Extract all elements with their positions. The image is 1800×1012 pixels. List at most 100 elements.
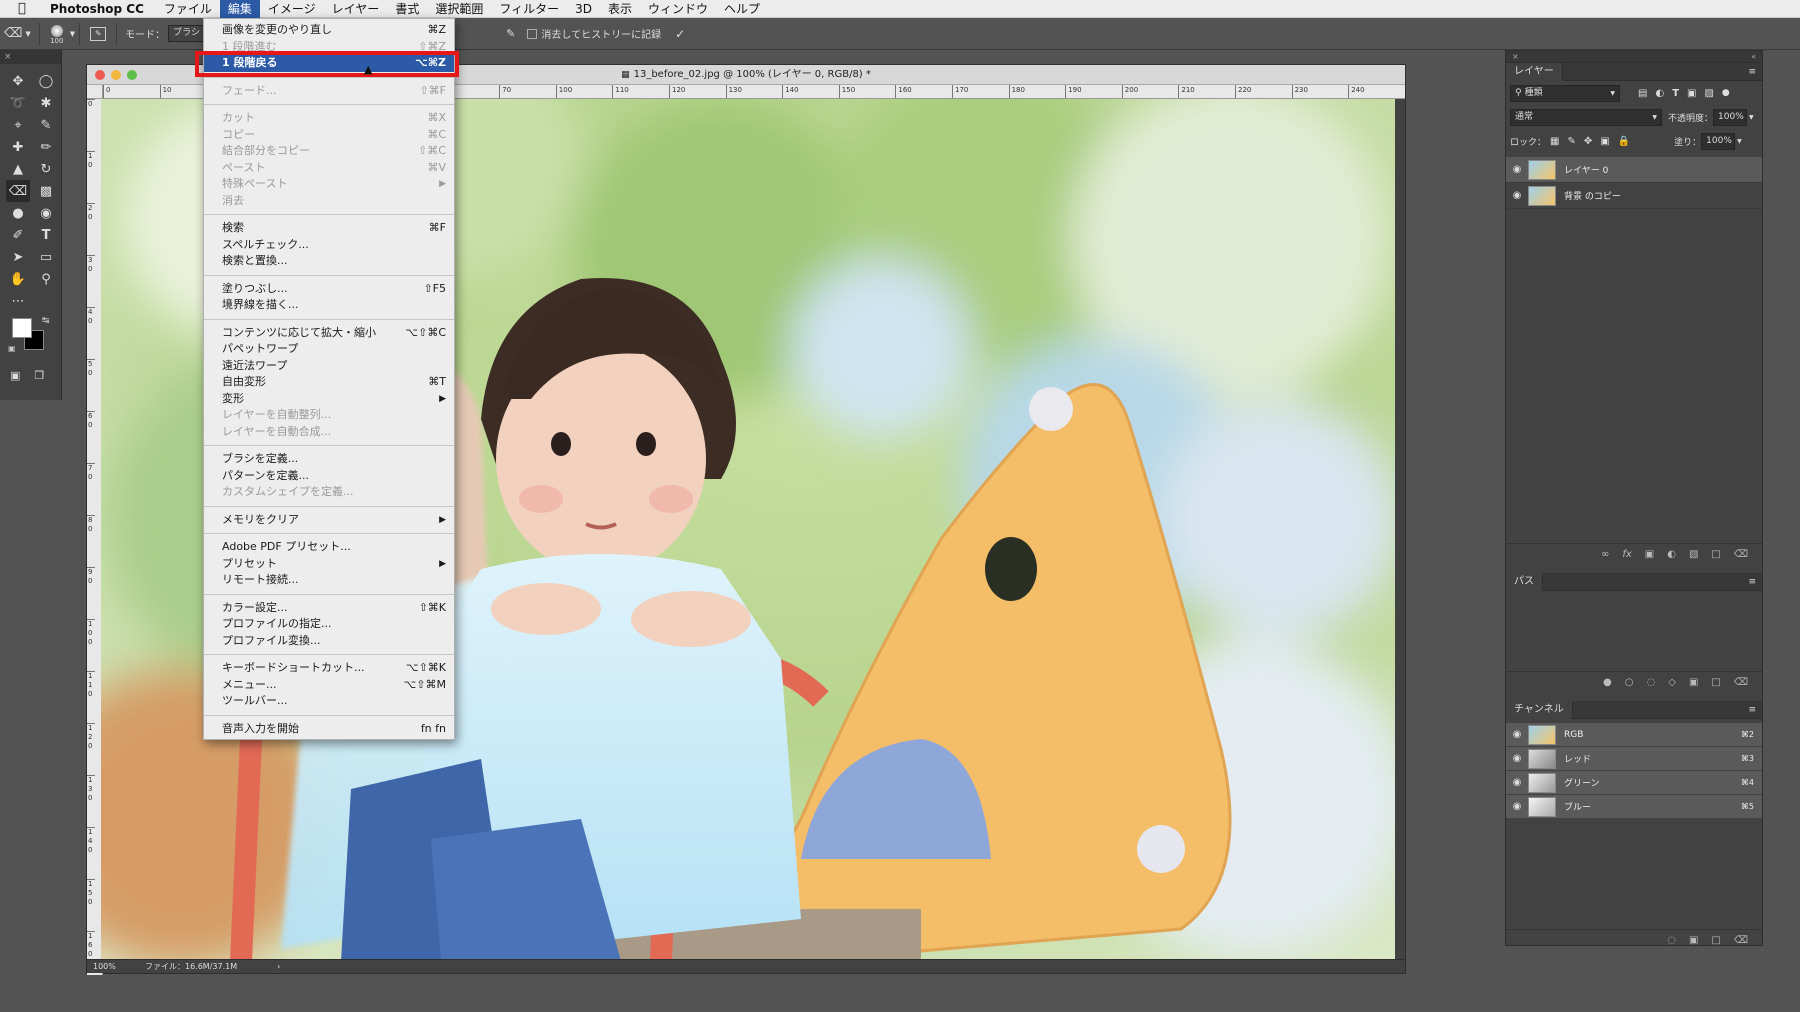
filter-adjust-icon[interactable]: ◐ [1655, 88, 1664, 99]
edit-menu-item[interactable]: キーボードショートカット... ⌥⇧⌘K [204, 660, 454, 677]
edit-menu-item[interactable]: 塗りつぶし... ⇧F5 [204, 281, 454, 298]
swap-colors-icon[interactable]: ↹ [42, 316, 50, 326]
new-channel-icon[interactable]: □ [1711, 935, 1720, 946]
edit-menu-item[interactable]: スペルチェック... [204, 237, 454, 254]
edit-menu-item[interactable]: プリセット ▶ [204, 556, 454, 573]
file-info[interactable]: ファイル：16.6M/37.1M [145, 961, 237, 972]
menu-file[interactable]: ファイル [156, 0, 220, 18]
chevron-down-icon[interactable]: ▼ [70, 30, 75, 38]
channel-row[interactable]: ◉ グリーン ⌘4 [1506, 771, 1762, 795]
menu-help[interactable]: ヘルプ [716, 0, 768, 18]
color-swatches[interactable]: ↹ ▣ [8, 316, 61, 360]
pen-tool-icon[interactable]: ✐ [6, 224, 30, 246]
brush-panel-icon[interactable]: ✎ [90, 26, 107, 41]
layer-name[interactable]: 背景 のコピー [1564, 189, 1621, 202]
zoom-tool-icon[interactable]: ⚲ [34, 268, 58, 290]
tools-panel-header[interactable]: × [0, 50, 61, 64]
status-arrow-icon[interactable]: › [277, 962, 280, 971]
panel-menu-icon[interactable]: ≡ [1748, 67, 1756, 77]
menu-app-name[interactable]: Photoshop CC [42, 0, 152, 18]
zoom-window-button[interactable] [127, 70, 137, 80]
eye-icon[interactable]: ◉ [1506, 777, 1528, 788]
move-tool-icon[interactable]: ✥ [6, 70, 30, 92]
save-selection-icon[interactable]: ▣ [1689, 935, 1698, 946]
edit-menu-item[interactable]: ツールバー... [204, 693, 454, 710]
edit-menu-item[interactable]: 画像を変更のやり直し ⌘Z [204, 22, 454, 39]
delete-channel-icon[interactable]: ⌫ [1734, 935, 1748, 946]
edit-menu-item[interactable]: 自由変形 ⌘T [204, 374, 454, 391]
more-tools-icon[interactable]: ⋯ [6, 290, 30, 312]
layers-tab[interactable]: レイヤー [1506, 62, 1563, 81]
history-brush-tool-icon[interactable]: ↻ [34, 158, 58, 180]
adjustment-layer-icon[interactable]: ◐ [1667, 549, 1676, 560]
filter-toggle-icon[interactable]: ● [1722, 88, 1730, 98]
menu-layer[interactable]: レイヤー [324, 0, 388, 18]
path-select-tool-icon[interactable]: ➤ [6, 246, 30, 268]
edit-menu-item[interactable]: メニュー... ⌥⇧⌘M [204, 677, 454, 694]
fill-field[interactable]: 100% [1701, 132, 1736, 150]
healing-tool-icon[interactable]: ✚ [6, 136, 30, 158]
marquee-tool-icon[interactable]: ◯ [34, 70, 58, 92]
link-layers-icon[interactable]: ∞ [1601, 549, 1609, 560]
edit-menu-item[interactable]: ブラシを定義... [204, 451, 454, 468]
delete-path-icon[interactable]: ⌫ [1734, 677, 1748, 688]
pressure-icon[interactable]: ✓ [675, 27, 685, 41]
lock-all-icon[interactable]: 🔒 [1618, 136, 1630, 147]
edit-menu-item[interactable]: 検索 ⌘F [204, 220, 454, 237]
panel-collapse-icon[interactable]: « [1751, 52, 1756, 61]
screen-mode-icon[interactable]: ❐ [34, 364, 44, 386]
layer-name[interactable]: レイヤー 0 [1564, 163, 1608, 176]
make-path-icon[interactable]: ◇ [1668, 677, 1676, 688]
type-tool-icon[interactable]: T [34, 224, 58, 246]
fill-path-icon[interactable]: ● [1603, 677, 1612, 688]
eraser-tool-preset[interactable]: ⌫ ▼ [0, 21, 35, 47]
eye-icon[interactable]: ◉ [1506, 801, 1528, 812]
edit-menu-item[interactable]: パターンを定義... [204, 468, 454, 485]
stamp-tool-icon[interactable]: ▲ [6, 158, 30, 180]
filter-shape-icon[interactable]: ▣ [1687, 88, 1696, 99]
filter-pixel-icon[interactable]: ▤ [1638, 88, 1647, 99]
menu-edit[interactable]: 編集 [219, 0, 260, 18]
erase-history-checkbox[interactable] [527, 28, 538, 39]
channel-row[interactable]: ◉ ブルー ⌘5 [1506, 795, 1762, 819]
lasso-tool-icon[interactable]: ➰ [6, 92, 30, 114]
delete-layer-icon[interactable]: ⌫ [1734, 549, 1748, 560]
hand-tool-icon[interactable]: ✋ [6, 268, 30, 290]
foreground-color-swatch[interactable] [12, 318, 32, 338]
menu-image[interactable]: イメージ [260, 0, 324, 18]
shape-tool-icon[interactable]: ▭ [34, 246, 58, 268]
edit-menu-item[interactable]: リモート接続... [204, 572, 454, 589]
minimize-window-button[interactable] [111, 70, 121, 80]
eye-icon[interactable]: ◉ [1506, 190, 1528, 201]
lock-artboard-icon[interactable]: ▣ [1600, 136, 1609, 147]
dodge-tool-icon[interactable]: ◉ [34, 202, 58, 224]
edit-menu-item[interactable]: Adobe PDF プリセット... [204, 539, 454, 556]
panel-menu-icon[interactable]: ≡ [1748, 577, 1756, 587]
panel-close-icon[interactable]: × [1512, 52, 1519, 61]
add-mask-icon[interactable]: ▣ [1689, 677, 1698, 688]
menu-view[interactable]: 表示 [600, 0, 640, 18]
new-layer-icon[interactable]: □ [1711, 549, 1720, 560]
eyedropper-tool-icon[interactable]: ✎ [34, 114, 58, 136]
channel-row[interactable]: ◉ レッド ⌘3 [1506, 747, 1762, 771]
menu-type[interactable]: 書式 [387, 0, 427, 18]
edit-menu-item[interactable]: 検索と置換... [204, 253, 454, 270]
edit-menu-item[interactable]: 1 段階戻る ⌥⌘Z [204, 55, 454, 72]
quick-mask-icon[interactable]: ▣ [10, 364, 20, 386]
edit-menu-item[interactable]: パペットワープ [204, 341, 454, 358]
edit-menu-item[interactable]: メモリをクリア ▶ [204, 512, 454, 529]
opacity-field[interactable]: 100% [1713, 108, 1748, 126]
apple-icon[interactable]:  [18, 1, 32, 16]
channel-row[interactable]: ◉ RGB ⌘2 [1506, 723, 1762, 747]
filter-type-icon[interactable]: T [1672, 88, 1679, 99]
menu-filter[interactable]: フィルター [491, 0, 567, 18]
layer-row[interactable]: ◉ 背景 のコピー [1506, 183, 1762, 209]
quick-select-tool-icon[interactable]: ✱ [34, 92, 58, 114]
panel-menu-icon[interactable]: ≡ [1748, 705, 1756, 715]
lock-position-icon[interactable]: ✥ [1584, 136, 1592, 147]
add-mask-icon[interactable]: ▣ [1645, 549, 1654, 560]
zoom-level[interactable]: 100% [87, 962, 137, 971]
crop-tool-icon[interactable]: ⌖ [6, 114, 30, 136]
edit-menu-item[interactable]: 音声入力を開始 fn fn [204, 721, 454, 738]
load-channel-icon[interactable]: ◌ [1667, 935, 1676, 946]
